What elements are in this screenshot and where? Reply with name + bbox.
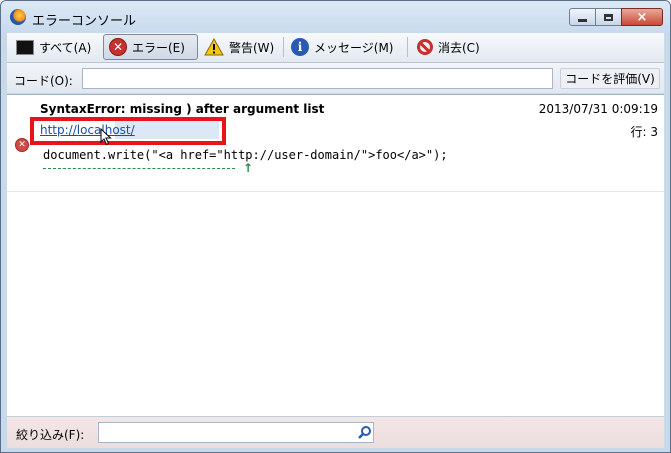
filter-error-label: エラー(E) xyxy=(132,40,185,55)
clear-label: 消去(C) xyxy=(438,40,480,55)
filter-label: 絞り込み(F): xyxy=(16,428,85,442)
filter-warning-label: 警告(W) xyxy=(229,40,275,55)
evaluate-code-button[interactable]: コードを評価(V) xyxy=(560,68,660,89)
error-console-window: エラーコンソール × すべて(A) ✕ エラー(E) 警告(W) i メッセージ… xyxy=(0,0,671,453)
info-icon: i xyxy=(291,38,309,56)
filter-all-label: すべて(A) xyxy=(39,40,92,55)
toolbar-separator xyxy=(407,37,408,57)
error-icon: ✕ xyxy=(15,138,29,152)
console-messages-list[interactable]: ✕ SyntaxError: missing ) after argument … xyxy=(7,94,664,416)
close-icon: × xyxy=(636,9,648,25)
title-bar[interactable]: エラーコンソール × xyxy=(1,1,670,35)
window-title: エラーコンソール xyxy=(32,14,137,29)
error-underline xyxy=(43,168,235,169)
filter-message-button[interactable]: i メッセージ(M) xyxy=(286,34,402,60)
error-caret-icon: ↑ xyxy=(243,161,254,175)
error-icon: ✕ xyxy=(109,38,127,56)
mouse-cursor-icon xyxy=(100,127,112,146)
all-messages-icon xyxy=(16,39,34,55)
maximize-button[interactable] xyxy=(595,8,622,26)
search-icon[interactable] xyxy=(358,425,372,439)
filter-bar: 絞り込み(F): xyxy=(7,416,664,448)
minimize-button[interactable] xyxy=(569,8,596,26)
filter-message-label: メッセージ(M) xyxy=(314,40,394,55)
maximize-icon xyxy=(604,13,613,21)
error-entry[interactable]: ✕ SyntaxError: missing ) after argument … xyxy=(7,95,664,192)
toolbar-separator xyxy=(283,37,284,57)
annotation-highlight-box xyxy=(30,117,226,145)
filter-input[interactable] xyxy=(98,422,374,443)
filter-all-button[interactable]: すべて(A) xyxy=(11,34,99,60)
filter-warning-button[interactable]: 警告(W) xyxy=(199,34,281,60)
code-label: コード(O): xyxy=(14,74,73,88)
code-input[interactable] xyxy=(82,68,553,89)
error-source-code: document.write("<a href="http://user-dom… xyxy=(43,148,448,162)
clear-button[interactable]: 消去(C) xyxy=(412,34,492,60)
clear-icon xyxy=(417,39,433,55)
firefox-icon xyxy=(10,9,26,25)
close-button[interactable]: × xyxy=(621,8,663,26)
error-timestamp: 2013/07/31 0:09:19 xyxy=(538,102,658,116)
error-message: SyntaxError: missing ) after argument li… xyxy=(40,102,325,116)
error-line-number: 行: 3 xyxy=(630,125,659,139)
minimize-icon xyxy=(578,18,587,22)
toolbar: すべて(A) ✕ エラー(E) 警告(W) i メッセージ(M) 消去(C) xyxy=(7,33,664,63)
warning-icon xyxy=(204,38,224,56)
filter-error-button[interactable]: ✕ エラー(E) xyxy=(103,34,198,60)
code-bar: コード(O): コードを評価(V) xyxy=(7,63,664,93)
